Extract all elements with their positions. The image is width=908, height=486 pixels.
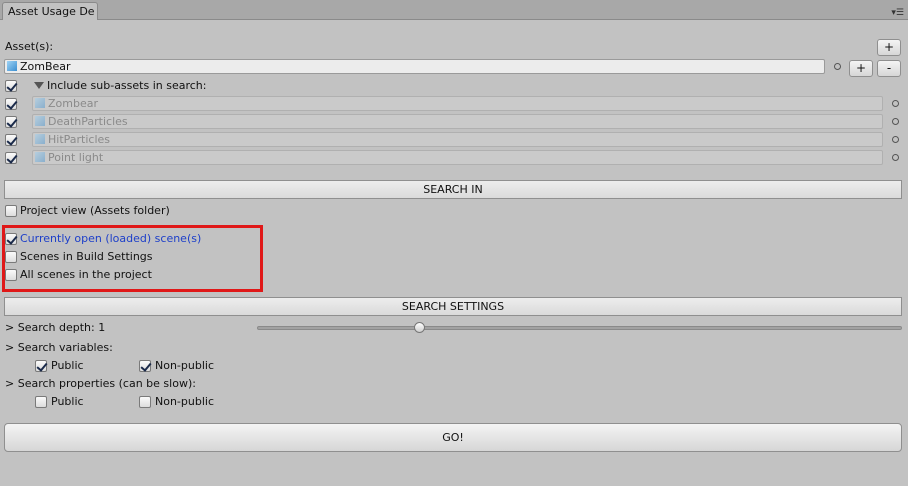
properties-public-label: Public: [51, 395, 84, 408]
sub-asset-name: HitParticles: [48, 133, 111, 146]
variables-nonpublic-label: Non-public: [155, 359, 214, 372]
search-variables-label: > Search variables:: [5, 341, 113, 354]
window-tab-title: Asset Usage De: [8, 5, 95, 18]
search-in-header[interactable]: SEARCH IN: [4, 180, 902, 199]
sub-asset-icon: [35, 116, 45, 126]
sub-asset-checkbox-4[interactable]: [5, 152, 17, 164]
object-picker-icon[interactable]: [892, 100, 899, 107]
sub-asset-field: Point light: [32, 150, 883, 165]
sub-asset-checkbox-2[interactable]: [5, 116, 17, 128]
highlight-box: [2, 225, 263, 292]
window-tab[interactable]: Asset Usage De: [2, 2, 98, 20]
sub-asset-icon: [35, 134, 45, 144]
search-depth-slider-thumb[interactable]: [414, 322, 425, 333]
sub-assets-foldout[interactable]: Include sub-assets in search:: [34, 79, 206, 92]
object-picker-icon[interactable]: [892, 136, 899, 143]
assets-label: Asset(s):: [5, 40, 54, 53]
row-remove-button[interactable]: -: [877, 60, 901, 77]
project-view-label: Project view (Assets folder): [20, 204, 170, 217]
sub-asset-icon: [35, 152, 45, 162]
variables-public-label: Public: [51, 359, 84, 372]
sub-asset-field: HitParticles: [32, 132, 883, 147]
sub-assets-label: Include sub-assets in search:: [47, 79, 207, 92]
include-sub-assets-checkbox[interactable]: [5, 80, 17, 92]
search-properties-label: > Search properties (can be slow):: [5, 377, 196, 390]
search-depth-label: > Search depth: 1: [5, 321, 106, 334]
sub-asset-name: DeathParticles: [48, 115, 128, 128]
properties-nonpublic-label: Non-public: [155, 395, 214, 408]
search-depth-slider[interactable]: [257, 326, 902, 330]
sub-asset-name: Point light: [48, 151, 104, 164]
properties-nonpublic-checkbox[interactable]: [139, 396, 151, 408]
foldout-arrow-icon: [34, 82, 44, 89]
object-picker-icon[interactable]: [834, 63, 841, 70]
main-asset-field[interactable]: ZomBear: [4, 59, 825, 74]
main-asset-name: ZomBear: [20, 60, 71, 73]
prefab-icon: [7, 61, 17, 71]
sub-asset-field: DeathParticles: [32, 114, 883, 129]
search-settings-header[interactable]: SEARCH SETTINGS: [4, 297, 902, 316]
variables-public-checkbox[interactable]: [35, 360, 47, 372]
sub-asset-field: Zombear: [32, 96, 883, 111]
sub-asset-checkbox-1[interactable]: [5, 98, 17, 110]
sub-asset-checkbox-3[interactable]: [5, 134, 17, 146]
object-picker-icon[interactable]: [892, 118, 899, 125]
asset-usage-panel: Asset(s): + ZomBear + - Include sub-asse…: [0, 20, 908, 486]
go-button[interactable]: GO!: [4, 423, 902, 452]
object-picker-icon[interactable]: [892, 154, 899, 161]
add-asset-button[interactable]: +: [877, 39, 901, 56]
properties-public-checkbox[interactable]: [35, 396, 47, 408]
tab-menu-icon[interactable]: ▾☰: [891, 8, 904, 18]
window-tabbar: Asset Usage De ▾☰: [0, 0, 908, 20]
project-view-checkbox[interactable]: [5, 205, 17, 217]
row-add-button[interactable]: +: [849, 60, 873, 77]
variables-nonpublic-checkbox[interactable]: [139, 360, 151, 372]
sub-asset-icon: [35, 98, 45, 108]
sub-asset-name: Zombear: [48, 97, 98, 110]
